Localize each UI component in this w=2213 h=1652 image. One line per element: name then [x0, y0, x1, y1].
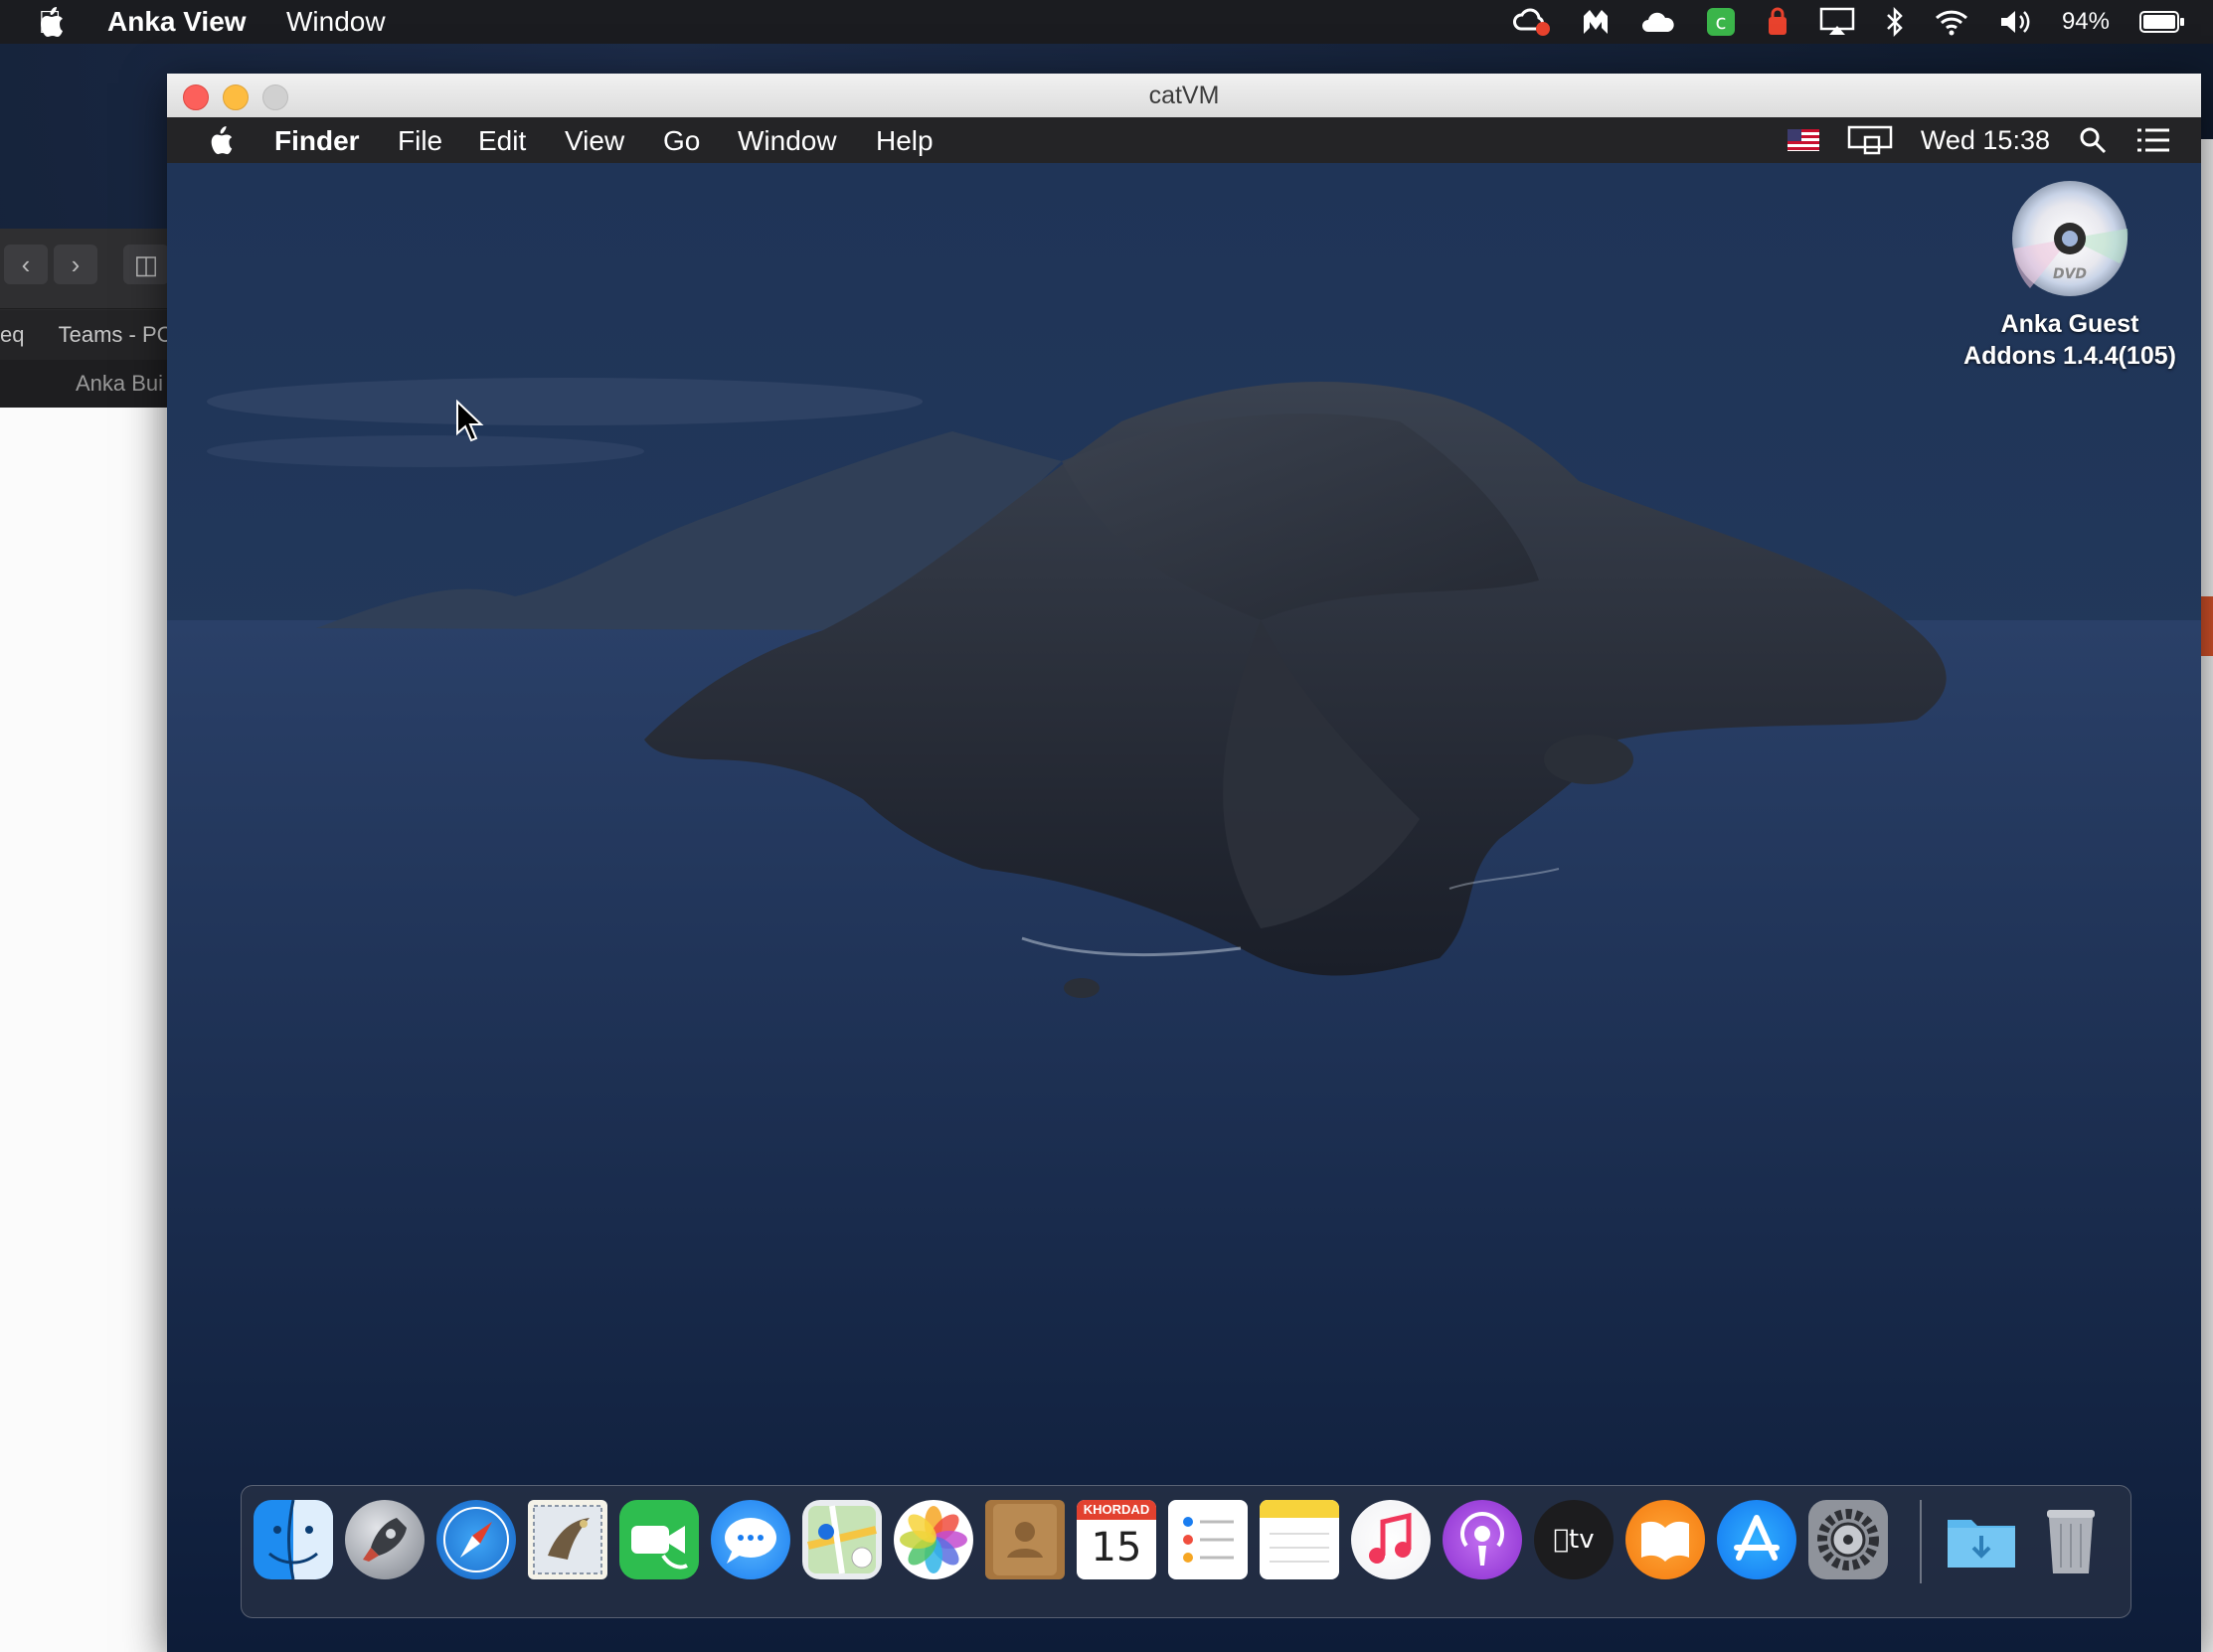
svg-text:tv: tv	[1553, 1525, 1594, 1555]
dock-finder[interactable]	[254, 1500, 333, 1579]
browser-toolbar: ‹ › ◫	[0, 229, 169, 309]
safari-compass-icon	[443, 1507, 509, 1572]
dock-calendar[interactable]: KHORDAD 15	[1077, 1500, 1156, 1579]
dock-books[interactable]	[1625, 1500, 1705, 1579]
messages-bubble-icon	[725, 1518, 776, 1564]
vm-window: catVM Finder File Edit View Go Window He…	[167, 74, 2201, 1652]
guest-clock[interactable]: Wed 15:38	[1921, 125, 2050, 156]
menu-window[interactable]: Window	[738, 125, 837, 157]
dock-app-store[interactable]	[1717, 1500, 1796, 1579]
calendar-month: KHORDAD	[1077, 1500, 1156, 1520]
dock-launchpad[interactable]	[345, 1500, 425, 1579]
calendar-day: 15	[1091, 1525, 1142, 1570]
menu-go[interactable]: Go	[663, 125, 700, 157]
guest-desktop[interactable]: DVD Anka Guest Addons 1.4.4(105) KHORDAD…	[167, 163, 2201, 1652]
bluetooth-icon[interactable]	[1885, 7, 1905, 37]
trash-icon	[2047, 1510, 2095, 1573]
malwarebytes-icon[interactable]	[1581, 8, 1611, 36]
spotlight-search-icon[interactable]	[2078, 125, 2108, 155]
mail-stamp-icon	[533, 1505, 602, 1574]
dvd-disc-text: DVD	[2053, 266, 2087, 282]
books-icon	[1641, 1521, 1689, 1562]
dock-music[interactable]	[1351, 1500, 1431, 1579]
dock-trash[interactable]	[2031, 1500, 2111, 1579]
green-app-icon[interactable]: c	[1706, 7, 1736, 37]
vm-titlebar[interactable]: catVM	[167, 74, 2201, 118]
mouse-cursor-icon	[456, 400, 484, 442]
guest-menubar: Finder File Edit View Go Window Help Wed…	[167, 117, 2201, 163]
browser-subtab-row: Anka Bui	[0, 360, 169, 408]
menu-view[interactable]: View	[565, 125, 624, 157]
catalina-wallpaper-image	[167, 378, 2201, 1652]
wifi-icon[interactable]	[1935, 8, 1968, 36]
dock-safari[interactable]	[436, 1500, 516, 1579]
sidebar-toggle-icon[interactable]: ◫	[123, 245, 169, 284]
dock-podcasts[interactable]	[1443, 1500, 1522, 1579]
host-status-area: c 94%	[1511, 4, 2185, 40]
dvd-disc-icon[interactable]: DVD	[2010, 179, 2129, 298]
app-store-icon	[1734, 1515, 1780, 1561]
volume-icon[interactable]	[1998, 8, 2032, 36]
gear-icon	[1817, 1509, 1879, 1570]
browser-subtab-anka[interactable]: Anka Bui	[76, 371, 163, 396]
battery-percentage: 94%	[2061, 8, 2110, 35]
dock-mail[interactable]	[528, 1500, 607, 1579]
browser-tab-teams[interactable]: Teams - PC	[59, 322, 169, 347]
dock-maps[interactable]	[802, 1500, 882, 1579]
battery-icon[interactable]	[2139, 10, 2185, 34]
notification-center-icon[interactable]	[2135, 127, 2171, 153]
apple-tv-icon: tv	[1553, 1525, 1594, 1555]
guest-status-area: Wed 15:38	[1787, 123, 2171, 157]
dvd-label-line2: Addons 1.4.4(105)	[1963, 342, 2176, 370]
reminders-list-icon	[1183, 1517, 1234, 1563]
facetime-camera-icon	[631, 1526, 688, 1569]
vm-window-title: catVM	[1148, 82, 1220, 109]
menu-finder[interactable]: Finder	[274, 125, 360, 157]
us-flag-input-icon[interactable]	[1787, 129, 1819, 151]
dock-downloads-folder[interactable]	[1942, 1500, 2021, 1579]
host-menubar:  Anka View Window c 94%	[0, 0, 2213, 44]
browser-tab-row: eq Teams - PC	[0, 310, 169, 360]
dock-messages[interactable]	[711, 1500, 790, 1579]
menu-file[interactable]: File	[398, 125, 442, 157]
host-window-menu[interactable]: Window	[286, 6, 386, 38]
notification-red-icon[interactable]	[1766, 7, 1789, 37]
menu-edit[interactable]: Edit	[478, 125, 526, 157]
dock-tv[interactable]: tv	[1534, 1500, 1614, 1579]
podcasts-icon	[1460, 1512, 1504, 1566]
icloud-icon[interactable]	[1640, 10, 1676, 34]
notes-pad-icon	[1260, 1500, 1339, 1563]
music-note-icon	[1369, 1512, 1412, 1564]
dvd-label[interactable]: Anka Guest Addons 1.4.4(105)	[1937, 308, 2201, 372]
photos-flower-icon	[900, 1506, 967, 1573]
airplay-icon[interactable]	[1819, 7, 1855, 37]
creative-cloud-icon[interactable]	[1511, 7, 1551, 37]
background-page-content	[0, 408, 169, 1652]
back-button[interactable]: ‹	[4, 245, 48, 284]
dock-contacts[interactable]	[985, 1500, 1065, 1579]
dock-separator	[1920, 1500, 1922, 1583]
menu-help[interactable]: Help	[876, 125, 934, 157]
dock-facetime[interactable]	[619, 1500, 699, 1579]
dock-photos[interactable]	[894, 1500, 973, 1579]
guest-apple-menu-icon[interactable]	[207, 125, 235, 157]
background-browser-window: ‹ › ◫ eq Teams - PC Anka Bui	[0, 229, 169, 408]
svg-text:c: c	[1715, 10, 1726, 34]
dock-notes[interactable]	[1260, 1500, 1339, 1579]
dock-system-preferences[interactable]	[1808, 1500, 1888, 1579]
host-app-menu[interactable]: Anka View	[107, 6, 247, 38]
browser-tab-partial[interactable]: eq	[0, 322, 24, 347]
maps-icon	[807, 1505, 877, 1574]
dock-reminders[interactable]	[1168, 1500, 1248, 1579]
apple-menu-icon[interactable]	[36, 6, 66, 40]
dvd-label-line1: Anka Guest	[2000, 310, 2139, 338]
dock: KHORDAD 15 tv	[241, 1485, 2131, 1618]
rocket-icon	[363, 1518, 407, 1562]
finder-icon	[254, 1500, 333, 1579]
display-mirroring-icon[interactable]	[1847, 125, 1893, 155]
contacts-book-icon	[993, 1504, 1057, 1575]
downloads-folder-icon	[1948, 1520, 2015, 1568]
forward-button[interactable]: ›	[54, 245, 97, 284]
